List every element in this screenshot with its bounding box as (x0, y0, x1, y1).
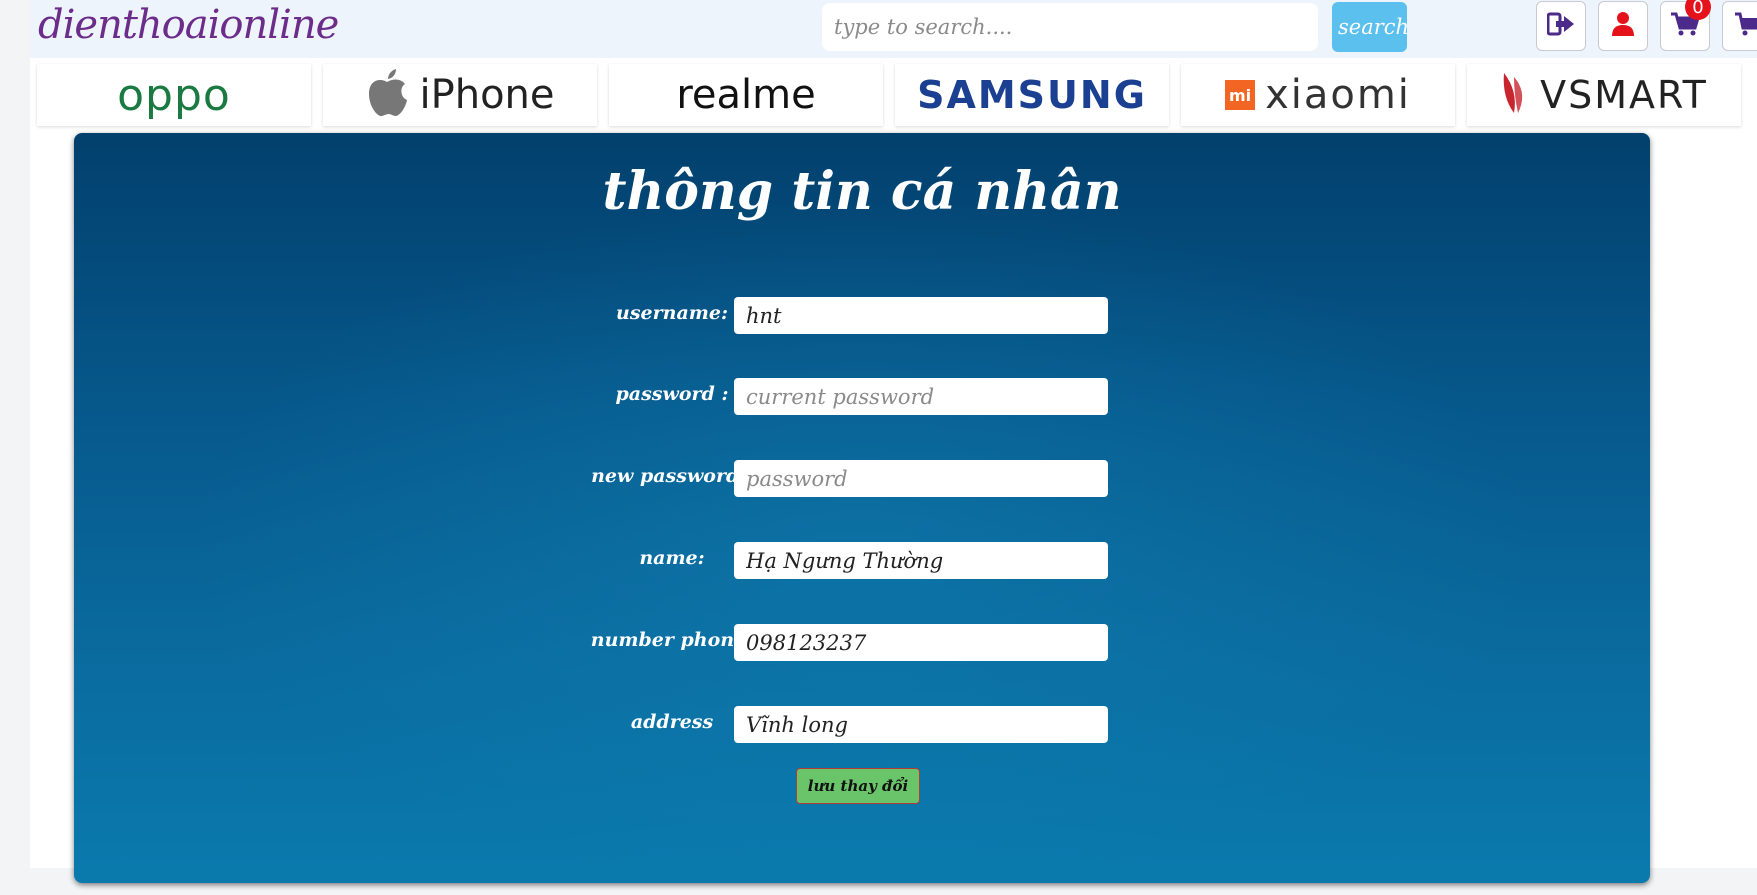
search-button[interactable]: search (1332, 2, 1409, 52)
checkout-button[interactable] (1722, 1, 1757, 51)
brand-samsung-logo: SAMSUNG (917, 73, 1147, 117)
brand-iphone-logo: iPhone (419, 72, 555, 118)
brand-realme[interactable]: realme (609, 64, 883, 126)
brand-xiaomi[interactable]: mi xiaomi (1181, 64, 1455, 126)
profile-panel: thông tin cá nhân username: password : n… (74, 133, 1650, 883)
phone-field[interactable] (734, 624, 1108, 661)
new-password-field[interactable] (734, 460, 1108, 497)
apple-icon (365, 68, 409, 122)
address-field[interactable] (734, 706, 1108, 743)
current-password-field[interactable] (734, 378, 1108, 415)
brand-vsmart-logo: VSMART (1540, 73, 1708, 117)
brand-oppo-logo: oppo (117, 69, 231, 121)
page-title: thông tin cá nhân (602, 161, 1122, 222)
search-input[interactable] (822, 3, 1318, 51)
cart-button[interactable]: 0 (1660, 0, 1711, 51)
username-field[interactable] (734, 297, 1108, 334)
brand-vsmart[interactable]: VSMART (1467, 64, 1741, 126)
sign-out-icon (1546, 12, 1575, 40)
logout-button[interactable] (1536, 1, 1586, 51)
brand-bar: oppo iPhone realme SAMSUNG mi xiaomi VSM… (30, 60, 1757, 126)
brand-samsung[interactable]: SAMSUNG (895, 64, 1169, 126)
vsmart-flame-icon (1500, 71, 1530, 119)
mi-badge-icon: mi (1225, 80, 1256, 110)
brand-iphone[interactable]: iPhone (323, 64, 597, 126)
save-changes-button[interactable]: lưu thay đổi (796, 768, 920, 804)
cart-count-badge: 0 (1685, 0, 1711, 20)
brand-realme-logo: realme (676, 72, 816, 118)
site-logo[interactable]: dienthoaionline (38, 2, 339, 48)
name-field[interactable] (734, 542, 1108, 579)
cart-check-icon (1734, 11, 1757, 41)
brand-oppo[interactable]: oppo (37, 64, 311, 126)
brand-xiaomi-logo: xiaomi (1265, 72, 1411, 118)
account-button[interactable] (1598, 1, 1648, 51)
user-icon (1611, 11, 1635, 41)
